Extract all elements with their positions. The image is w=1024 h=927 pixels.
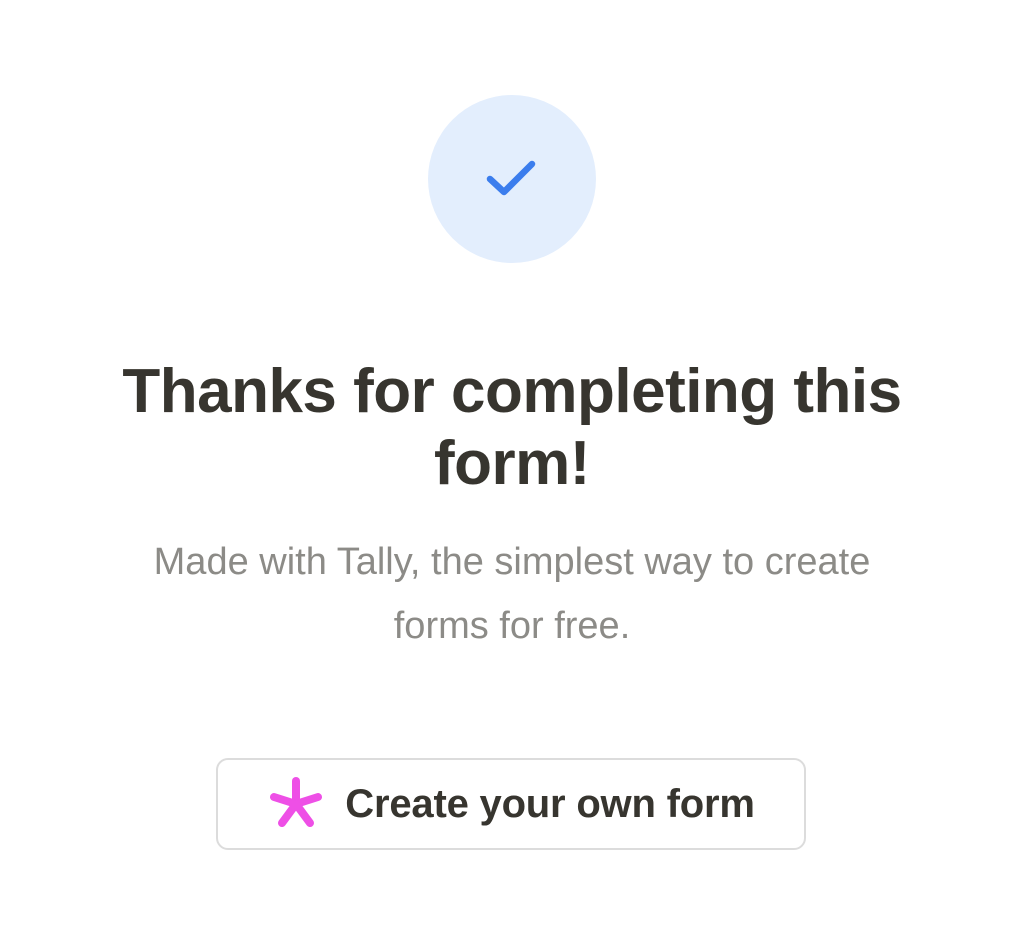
create-form-label: Create your own form: [345, 781, 755, 826]
create-your-own-form-button[interactable]: Create your own form: [216, 758, 806, 850]
check-icon: [486, 160, 536, 196]
asterisk-icon: [270, 777, 323, 827]
success-badge: [428, 95, 596, 263]
confirmation-subtitle: Made with Tally, the simplest way to cre…: [153, 541, 871, 647]
thank-you-page: Thanks for completing this form! Made wi…: [0, 0, 1024, 927]
confirmation-title: Thanks for completing this form!: [122, 357, 902, 498]
